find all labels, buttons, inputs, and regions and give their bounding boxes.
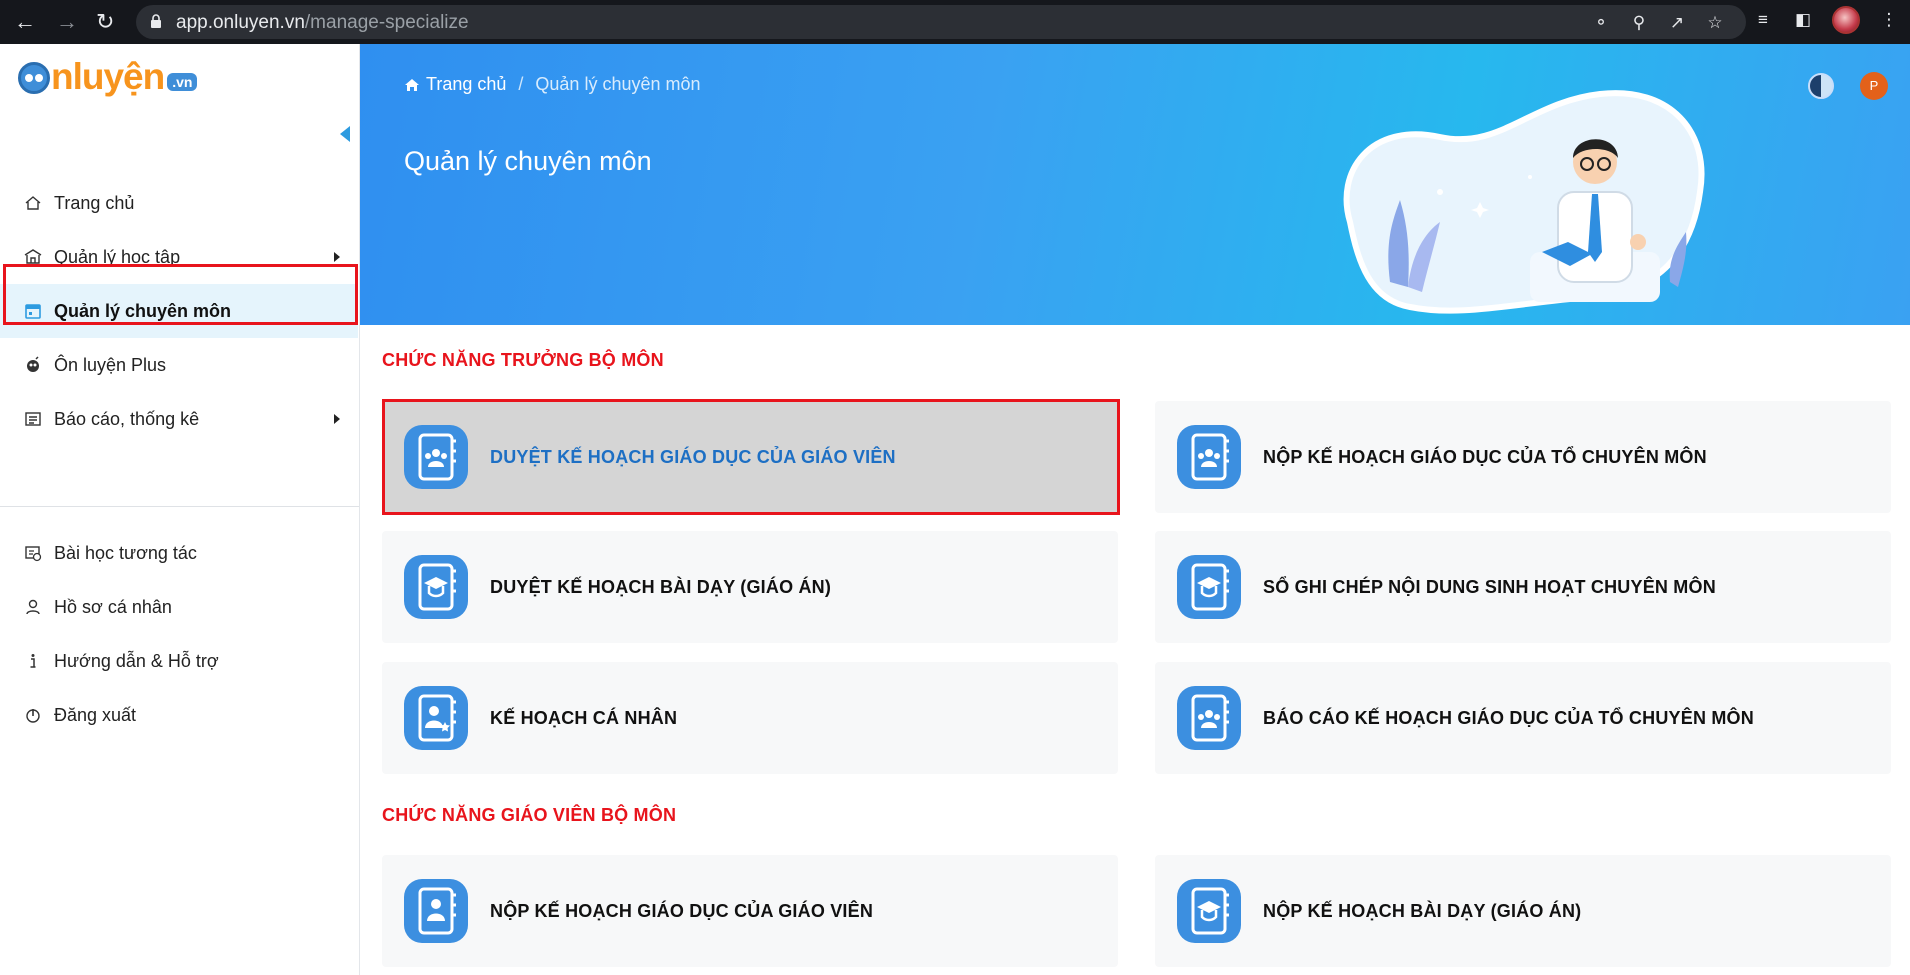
collapse-sidebar-icon[interactable]: [340, 126, 350, 142]
reload-icon[interactable]: ↻: [96, 9, 114, 35]
card-label: DUYỆT KẾ HOẠCH BÀI DẠY (GIÁO ÁN): [490, 576, 832, 597]
key-icon[interactable]: ⚬: [1590, 12, 1612, 34]
power-icon: [26, 709, 40, 723]
graduation-notebook-icon: [1177, 879, 1241, 943]
sidebar-item-interactive-lessons[interactable]: Bài học tương tác: [0, 526, 358, 580]
back-icon[interactable]: ←: [14, 9, 36, 35]
sidebar-item-label: Hồ sơ cá nhân: [54, 596, 172, 617]
section-title-teacher: CHỨC NĂNG GIÁO VIÊN BỘ MÔN: [382, 805, 677, 825]
sidebar-item-label: Ôn luyện Plus: [54, 354, 167, 375]
sidebar-item-learning[interactable]: Quản lý học tập: [0, 230, 358, 284]
sidebar-item-specialize[interactable]: Quản lý chuyên môn: [0, 284, 358, 338]
logo-text: nluyện: [51, 56, 165, 97]
graduation-notebook-icon: [404, 555, 468, 619]
sidebar-item-reports[interactable]: Báo cáo, thống kê: [0, 392, 358, 446]
person-star-notebook-icon: [404, 686, 468, 750]
card-meeting-notes[interactable]: SỔ GHI CHÉP NỘI DUNG SINH HOẠT CHUYÊN MÔ…: [1155, 531, 1891, 643]
home-icon: [405, 78, 419, 91]
user-avatar[interactable]: P: [1860, 72, 1888, 100]
user-icon: [26, 599, 40, 615]
url-path: /manage-specialize: [304, 12, 469, 33]
card-label: BÁO CÁO KẾ HOẠCH GIÁO DỤC CỦA TỔ CHUYÊN …: [1263, 707, 1754, 728]
sidebar-item-label: Quản lý chuyên môn: [54, 300, 232, 321]
owl-logo-icon: [18, 62, 50, 94]
page-title: Quản lý chuyên môn: [404, 146, 652, 176]
star-icon[interactable]: ☆: [1704, 12, 1726, 34]
lock-icon: [151, 14, 161, 28]
breadcrumb-current: Quản lý chuyên môn: [535, 74, 701, 94]
sidebar-icon[interactable]: ◧: [1792, 10, 1814, 30]
school-icon: [24, 249, 42, 264]
card-label: SỔ GHI CHÉP NỘI DUNG SINH HOẠT CHUYÊN MÔ…: [1263, 576, 1716, 597]
sidebar-item-home[interactable]: Trang chủ: [0, 176, 358, 230]
sidebar-divider: [0, 506, 359, 507]
sidebar-item-label: Báo cáo, thống kê: [54, 408, 200, 429]
sidebar: nluyện .vn Trang chủ Quản lý học tập Quả…: [0, 44, 360, 975]
page-banner: Trang chủ / Quản lý chuyên môn Quản lý c…: [360, 44, 1910, 325]
card-submit-lesson-plan[interactable]: NỘP KẾ HOẠCH BÀI DẠY (GIÁO ÁN): [1155, 855, 1891, 967]
profile-avatar[interactable]: [1832, 6, 1860, 34]
sidebar-item-profile[interactable]: Hồ sơ cá nhân: [0, 580, 358, 634]
section-title-head: CHỨC NĂNG TRƯỞNG BỘ MÔN: [382, 350, 664, 370]
chevron-right-icon: [334, 414, 340, 424]
interactive-lesson-icon: [25, 546, 42, 562]
card-personal-plan[interactable]: KẾ HOẠCH CÁ NHÂN: [382, 662, 1118, 774]
card-approve-teacher-plan[interactable]: DUYỆT KẾ HOẠCH GIÁO DỤC CỦA GIÁO VIÊN: [382, 401, 1118, 513]
sidebar-item-onluyen-plus[interactable]: Ôn luyện Plus: [0, 338, 358, 392]
card-submit-group-plan[interactable]: NỘP KẾ HOẠCH GIÁO DỤC CỦA TỔ CHUYÊN MÔN: [1155, 401, 1891, 513]
card-label: NỘP KẾ HOẠCH GIÁO DỤC CỦA TỔ CHUYÊN MÔN: [1263, 446, 1707, 467]
sidebar-item-label: Bài học tương tác: [54, 542, 197, 563]
address-bar[interactable]: app.onluyen.vn/manage-specialize ⚬ ⚲ ↗ ☆: [136, 5, 1746, 39]
zoom-icon[interactable]: ⚲: [1628, 12, 1650, 34]
card-approve-lesson-plan[interactable]: DUYỆT KẾ HOẠCH BÀI DẠY (GIÁO ÁN): [382, 531, 1118, 643]
card-submit-teacher-plan[interactable]: NỘP KẾ HOẠCH GIÁO DỤC CỦA GIÁO VIÊN: [382, 855, 1118, 967]
graduation-notebook-icon: [1177, 555, 1241, 619]
browser-toolbar: ← → ↻ app.onluyen.vn/manage-specialize ⚬…: [0, 0, 1910, 44]
logo[interactable]: nluyện .vn: [18, 56, 198, 97]
media-icon[interactable]: ≡: [1752, 10, 1774, 30]
card-label: KẾ HOẠCH CÁ NHÂN: [490, 707, 678, 728]
sidebar-item-label: Trang chủ: [54, 192, 135, 213]
sidebar-item-label: Đăng xuất: [54, 704, 137, 725]
breadcrumb: Trang chủ / Quản lý chuyên môn: [404, 74, 701, 95]
breadcrumb-separator: /: [518, 74, 524, 94]
share-icon[interactable]: ↗: [1666, 12, 1688, 34]
report-icon: [25, 412, 41, 426]
sidebar-item-label: Quản lý học tập: [54, 246, 181, 267]
plus-icon: [27, 356, 39, 372]
card-label: NỘP KẾ HOẠCH BÀI DẠY (GIÁO ÁN): [1263, 900, 1582, 921]
teacher-illustration: [1343, 90, 1705, 314]
card-label: NỘP KẾ HOẠCH GIÁO DỤC CỦA GIÁO VIÊN: [490, 900, 874, 921]
person-notebook-icon: [404, 879, 468, 943]
calendar-icon: [25, 304, 41, 319]
home-icon: [25, 196, 41, 210]
card-report-group-plan[interactable]: BÁO CÁO KẾ HOẠCH GIÁO DỤC CỦA TỔ CHUYÊN …: [1155, 662, 1891, 774]
theme-toggle[interactable]: [1808, 73, 1834, 99]
url-host: app.onluyen.vn: [176, 12, 305, 33]
group-notebook-icon: [404, 425, 468, 489]
url-text: app.onluyen.vn/manage-specialize: [176, 12, 469, 34]
chevron-right-icon: [334, 252, 340, 262]
group-notebook-icon: [1177, 686, 1241, 750]
sidebar-item-logout[interactable]: Đăng xuất: [0, 688, 358, 742]
menu-icon[interactable]: ⋮: [1878, 10, 1900, 30]
breadcrumb-home[interactable]: Trang chủ: [426, 74, 506, 95]
info-icon: [30, 654, 36, 668]
sidebar-item-label: Hướng dẫn & Hỗ trợ: [54, 650, 219, 671]
group-notebook-icon: [1177, 425, 1241, 489]
card-label: DUYỆT KẾ HOẠCH GIÁO DỤC CỦA GIÁO VIÊN: [490, 446, 896, 467]
forward-icon[interactable]: →: [56, 9, 78, 35]
main-content: Trang chủ / Quản lý chuyên môn Quản lý c…: [360, 44, 1910, 975]
logo-badge: .vn: [167, 73, 198, 91]
sidebar-item-help[interactable]: Hướng dẫn & Hỗ trợ: [0, 634, 358, 688]
